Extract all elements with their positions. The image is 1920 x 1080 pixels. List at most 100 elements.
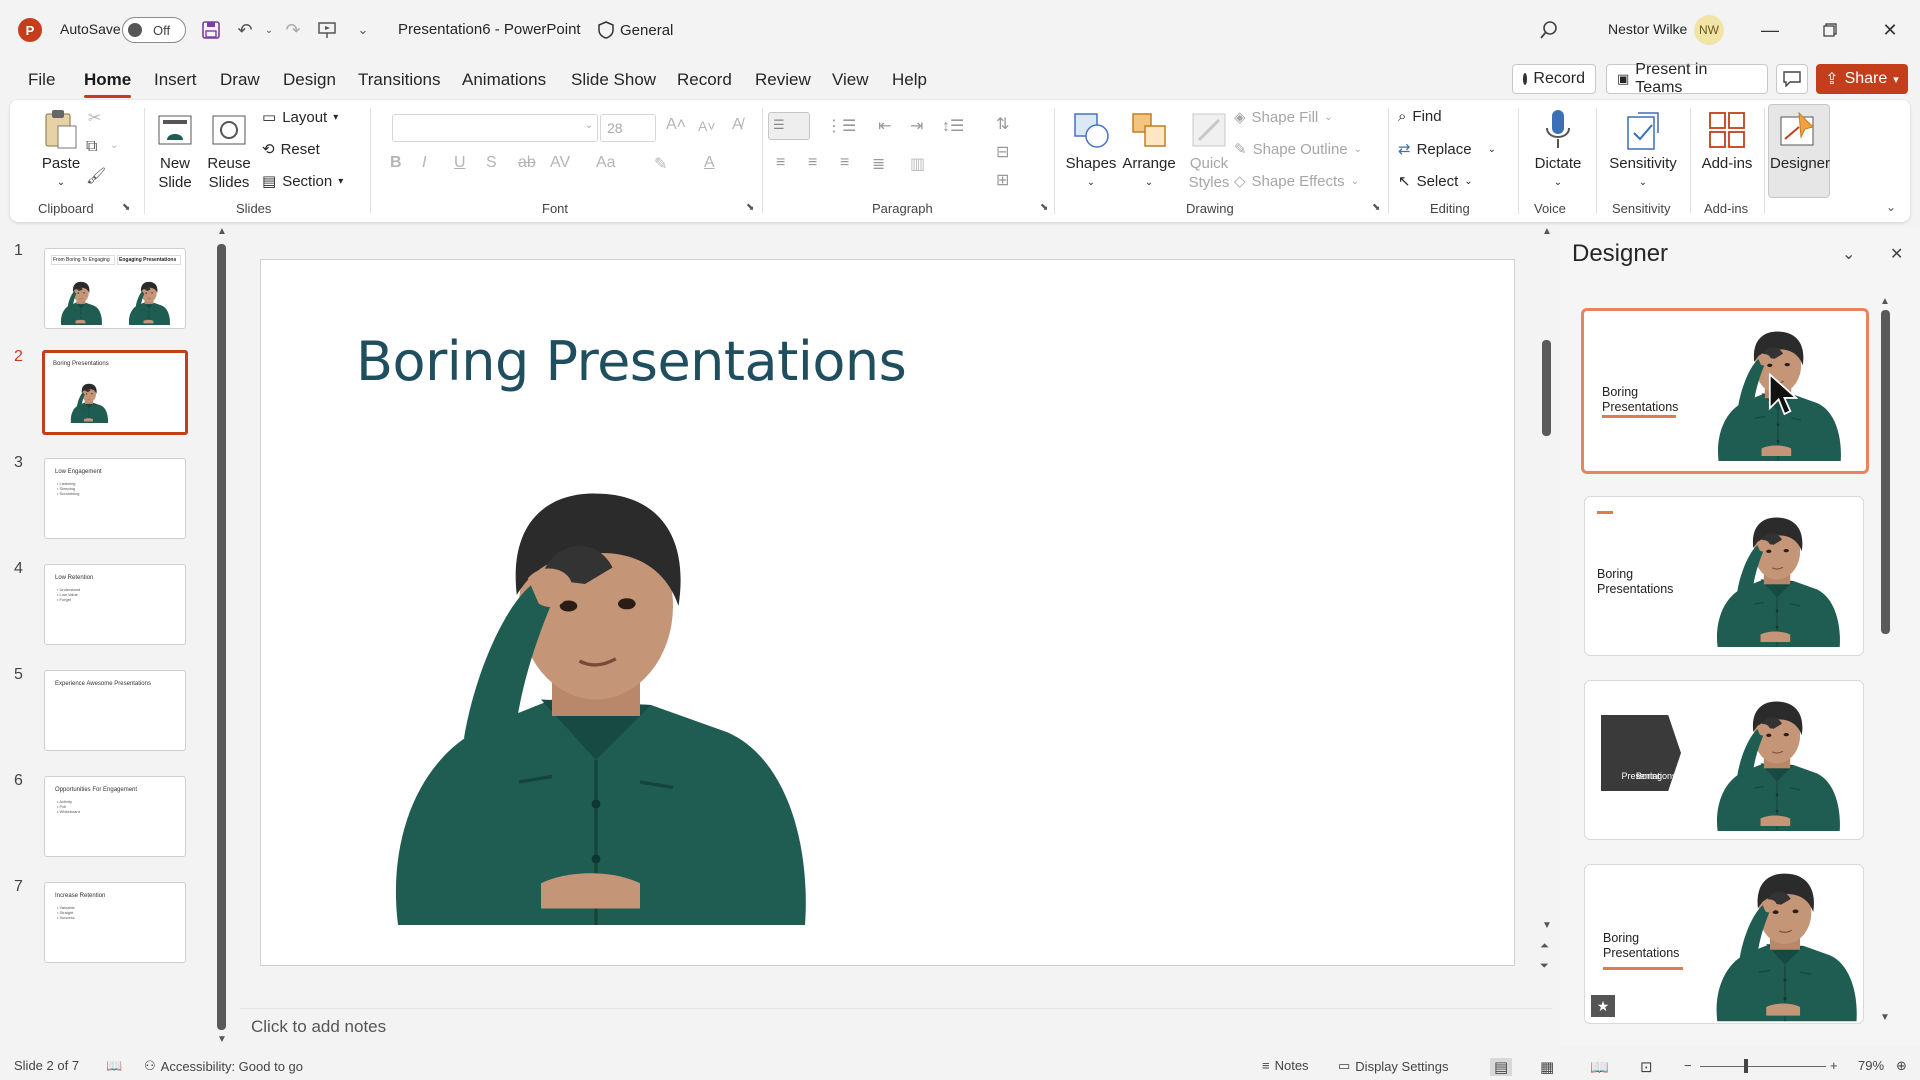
strikethrough-icon[interactable]: ab xyxy=(518,154,536,172)
share-button[interactable]: ⇪ Share ▾ xyxy=(1816,64,1908,94)
add-ins-button[interactable]: Add-ins xyxy=(1694,108,1760,173)
record-button[interactable]: Record xyxy=(1512,64,1596,94)
bullets-button[interactable]: ☰ xyxy=(768,112,810,140)
slide-scrollbar[interactable] xyxy=(1542,340,1551,436)
font-color-icon[interactable]: A xyxy=(704,154,715,172)
format-painter-icon[interactable]: 🖌 xyxy=(86,166,106,186)
search-icon[interactable] xyxy=(1536,17,1562,43)
zoom-slider-thumb[interactable] xyxy=(1744,1059,1748,1073)
slide-canvas[interactable]: Boring Presentations xyxy=(261,260,1514,965)
reuse-slides-button[interactable]: Reuse Slides xyxy=(204,108,254,192)
dialog-launcher-icon[interactable]: ⬊ xyxy=(746,202,754,213)
save-icon[interactable] xyxy=(198,17,224,43)
font-size-combobox[interactable]: 28 xyxy=(600,114,656,142)
next-slide-icon[interactable]: ⏷ xyxy=(1540,960,1549,973)
tab-file[interactable]: File xyxy=(28,70,55,90)
slide-sorter-icon[interactable]: ▦ xyxy=(1540,1058,1554,1076)
scroll-down-icon[interactable]: ▼ xyxy=(217,1034,227,1045)
slide-show-icon[interactable]: ⊡ xyxy=(1640,1058,1653,1076)
shape-outline-button[interactable]: ✎ Shape Outline ⌄ xyxy=(1234,140,1362,159)
increase-font-icon[interactable]: A˄ xyxy=(666,116,686,134)
tab-record[interactable]: Record xyxy=(677,70,732,90)
spell-check-icon[interactable]: 📖 xyxy=(106,1058,122,1074)
shapes-button[interactable]: Shapes ⌄ xyxy=(1060,108,1122,192)
dialog-launcher-icon[interactable]: ⬊ xyxy=(1040,202,1048,213)
previous-slide-icon[interactable]: ⏶ xyxy=(1540,940,1549,953)
redo-icon[interactable]: ↷ xyxy=(280,17,306,43)
replace-button[interactable]: ⇄ Replace ⌄ xyxy=(1398,140,1496,159)
font-name-combobox[interactable]: ⌄ xyxy=(392,114,598,142)
tab-insert[interactable]: Insert xyxy=(154,70,197,90)
tab-draw[interactable]: Draw xyxy=(220,70,260,90)
new-slide-button[interactable]: New Slide xyxy=(150,108,200,192)
numbering-icon[interactable]: ⋮☰ xyxy=(826,116,856,136)
quick-styles-button[interactable]: Quick Styles xyxy=(1178,108,1240,192)
person-image[interactable] xyxy=(376,470,816,940)
display-settings-button[interactable]: ▭ Display Settings xyxy=(1338,1058,1449,1074)
autosave-toggle[interactable]: Off xyxy=(122,17,186,43)
thumbnails-scrollbar[interactable] xyxy=(217,244,226,1030)
layout-button[interactable]: ▭ Layout ▾ xyxy=(262,108,338,127)
columns-icon[interactable]: ▥ xyxy=(910,154,925,174)
zoom-level[interactable]: 79% xyxy=(1858,1058,1884,1073)
italic-icon[interactable]: I xyxy=(422,154,426,172)
slide-thumbnail-7[interactable]: Increase Retention • Valuable • Straight •… xyxy=(44,882,186,963)
text-direction-icon[interactable]: ⇅ xyxy=(996,114,1009,134)
scroll-up-icon[interactable]: ▲ xyxy=(1880,296,1890,307)
align-right-icon[interactable]: ≡ xyxy=(840,154,849,172)
design-idea-2[interactable]: Boring Presentations xyxy=(1584,496,1864,656)
clear-formatting-icon[interactable]: A̸ xyxy=(732,116,743,134)
tab-slide-show[interactable]: Slide Show xyxy=(571,70,656,90)
slide-thumbnail-2[interactable]: Boring Presentations xyxy=(42,350,188,435)
chevron-down-icon[interactable]: ⌄ xyxy=(110,140,118,151)
cut-icon[interactable]: ✂ xyxy=(88,108,101,128)
sensitivity-button[interactable]: Sensitivity ⌄ xyxy=(1600,108,1686,192)
tab-animations[interactable]: Animations xyxy=(462,70,546,90)
increase-indent-icon[interactable]: ⇥ xyxy=(910,116,923,136)
underline-icon[interactable]: U xyxy=(454,154,466,172)
tab-design[interactable]: Design xyxy=(283,70,336,90)
slide-thumbnail-6[interactable]: Opportunities For Engagement • Activity •… xyxy=(44,776,186,857)
close-icon[interactable]: ✕ xyxy=(1890,244,1903,264)
justify-icon[interactable]: ≣ xyxy=(872,154,885,174)
slide-thumbnail-5[interactable]: Experience Awesome Presentations xyxy=(44,670,186,751)
slide-thumbnail-4[interactable]: Low Retention • Understand • Low Value • F… xyxy=(44,564,186,645)
notes-placeholder[interactable]: Click to add notes xyxy=(251,1017,386,1037)
notes-pane[interactable]: Click to add notes xyxy=(240,1008,1552,1046)
zoom-slider[interactable] xyxy=(1700,1066,1826,1067)
align-text-icon[interactable]: ⊟ xyxy=(996,142,1009,162)
normal-view-icon[interactable]: ▤ xyxy=(1490,1058,1513,1076)
scroll-up-icon[interactable]: ▲ xyxy=(1542,226,1552,237)
shape-effects-button[interactable]: ◇ Shape Effects ⌄ xyxy=(1234,172,1359,191)
reset-button[interactable]: ⟲ Reset xyxy=(262,140,320,159)
tab-review[interactable]: Review xyxy=(755,70,811,90)
shape-fill-button[interactable]: ◈ Shape Fill ⌄ xyxy=(1234,108,1333,127)
undo-dropdown-icon[interactable]: ⌄ xyxy=(256,17,282,43)
start-presentation-icon[interactable] xyxy=(314,17,340,43)
scroll-up-icon[interactable]: ▲ xyxy=(217,226,227,237)
bold-icon[interactable]: B xyxy=(390,154,402,172)
design-idea-3[interactable]: Boring Presentations xyxy=(1584,680,1864,840)
copy-icon[interactable]: ⧉ xyxy=(86,138,97,156)
customize-toolbar-icon[interactable]: ⌄ xyxy=(350,17,376,43)
minimize-icon[interactable]: — xyxy=(1756,16,1784,44)
notes-toggle[interactable]: ≡ Notes xyxy=(1262,1058,1309,1073)
find-button[interactable]: ⌕ Find xyxy=(1398,108,1442,125)
tab-help[interactable]: Help xyxy=(892,70,927,90)
dialog-launcher-icon[interactable]: ⬊ xyxy=(122,202,130,213)
user-name[interactable]: Nestor Wilke xyxy=(1608,21,1687,37)
comments-button[interactable] xyxy=(1776,64,1808,94)
designer-button[interactable]: Designer xyxy=(1768,104,1830,198)
decrease-indent-icon[interactable]: ⇤ xyxy=(878,116,891,136)
restore-icon[interactable] xyxy=(1816,16,1844,44)
sensitivity-label[interactable]: General xyxy=(598,21,673,39)
design-idea-1[interactable]: Boring Presentations xyxy=(1581,308,1869,474)
slide-thumbnail-1[interactable]: From Boring To Engaging Engaging Present… xyxy=(44,248,186,329)
scroll-down-icon[interactable]: ▼ xyxy=(1542,920,1552,931)
fit-to-window-icon[interactable]: ⊕ xyxy=(1896,1058,1907,1074)
highlight-icon[interactable]: ✎ xyxy=(654,154,667,174)
dictate-button[interactable]: Dictate ⌄ xyxy=(1524,108,1592,192)
close-window-icon[interactable]: ✕ xyxy=(1876,16,1904,44)
reading-view-icon[interactable]: 📖 xyxy=(1590,1058,1609,1076)
line-spacing-icon[interactable]: ↕☰ xyxy=(942,116,964,136)
